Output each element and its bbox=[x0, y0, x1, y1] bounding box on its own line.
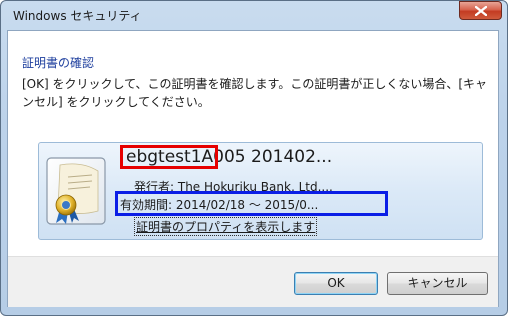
dialog-heading: 証明書の確認 bbox=[22, 56, 95, 70]
certificate-icon bbox=[46, 157, 108, 227]
title-bar[interactable]: Windows セキュリティ bbox=[0, 0, 506, 30]
certificate-name-rest: A005 201402... bbox=[201, 147, 333, 167]
window-title: Windows セキュリティ bbox=[13, 9, 142, 23]
ok-button[interactable]: OK bbox=[294, 272, 378, 295]
certificate-properties-link[interactable]: 証明書のプロパティを表示します bbox=[134, 217, 318, 236]
name-highlight-box bbox=[120, 145, 218, 169]
instruction-text: [OK] をクリックして、この証明書を確認します。この証明書が正しくない場合、[… bbox=[22, 77, 488, 109]
close-button[interactable] bbox=[459, 1, 502, 20]
cancel-button[interactable]: キャンセル bbox=[387, 272, 488, 295]
validity-highlight-box bbox=[115, 191, 388, 216]
